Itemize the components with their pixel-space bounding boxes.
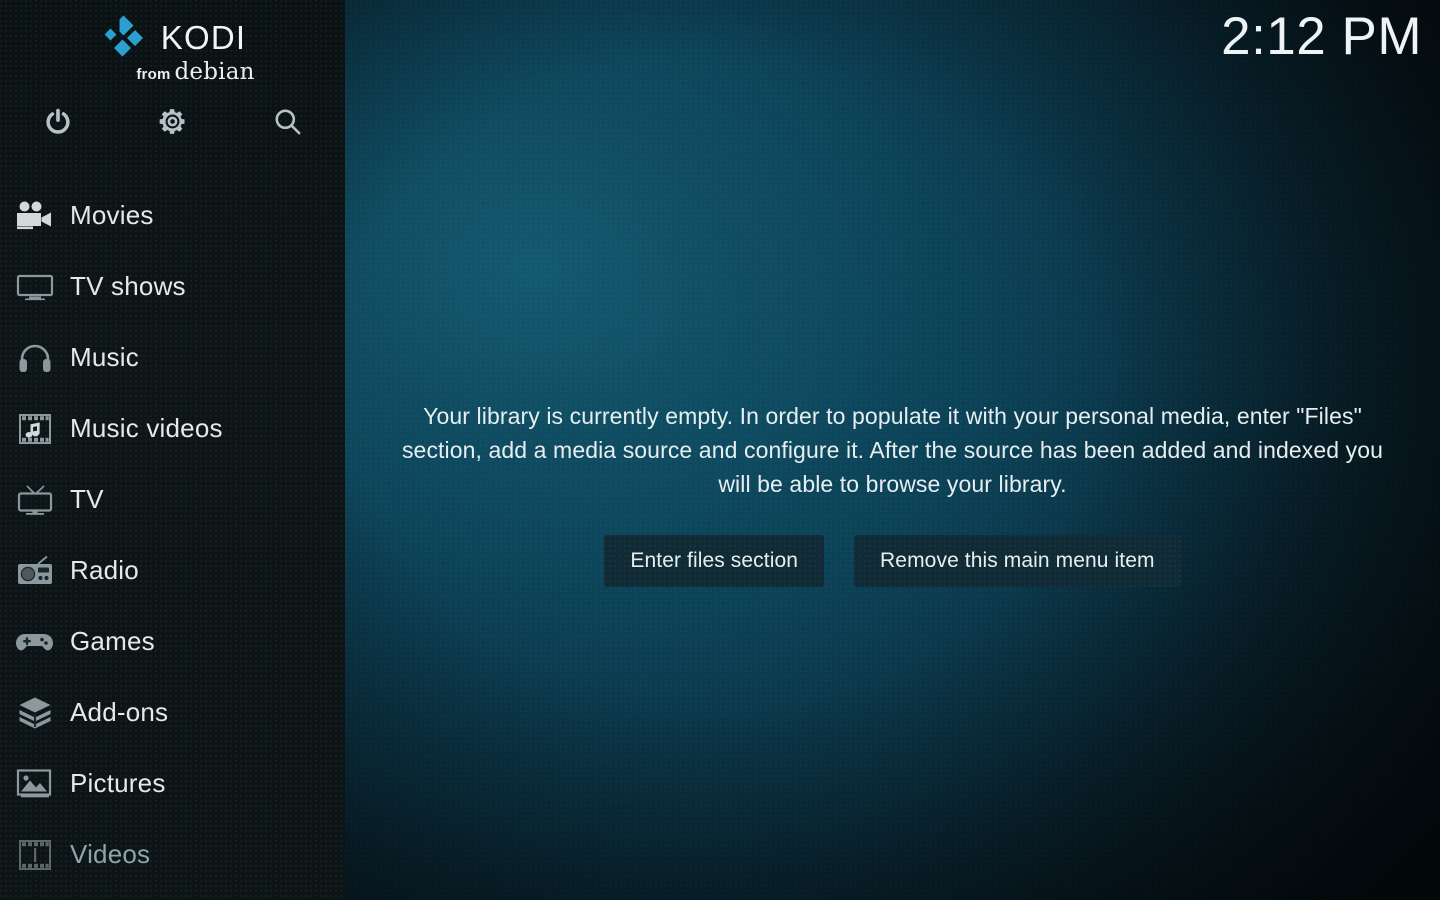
remove-menu-item-button[interactable]: Remove this main menu item xyxy=(854,535,1181,587)
kodi-wordmark: KODI xyxy=(160,18,247,56)
gamepad-icon xyxy=(15,633,53,650)
clock: 2:12 PM xyxy=(1221,7,1422,66)
sidebar-item-label: Add-ons xyxy=(70,697,169,727)
picture-icon xyxy=(16,768,52,797)
logo-from-label: from xyxy=(136,66,171,83)
remove-menu-item-label: Remove this main menu item xyxy=(880,549,1155,572)
sidebar: KODI from debian Movies TV shows Music M… xyxy=(0,0,345,900)
sidebar-item-radio[interactable]: Radio xyxy=(0,535,345,606)
main-content: Your library is currently empty. In orde… xyxy=(345,0,1440,900)
film-music-icon xyxy=(19,413,51,444)
logo-distro-label: debian xyxy=(174,59,255,85)
sidebar-item-add-ons[interactable]: Add-ons xyxy=(0,677,345,748)
retro-tv-icon xyxy=(17,484,53,515)
kodi-home-screen: 2:12 PM Your library is currently empty.… xyxy=(0,0,1440,900)
sidebar-item-label: Music videos xyxy=(70,413,223,443)
sidebar-item-games[interactable]: Games xyxy=(0,606,345,677)
kodi-logo-block: KODI from debian xyxy=(0,14,345,92)
action-button-row: Enter files section Remove this main men… xyxy=(604,535,1181,587)
sidebar-item-tv-shows[interactable]: TV shows xyxy=(0,251,345,322)
search-icon xyxy=(275,108,301,134)
kodi-logo-subtitle: from debian xyxy=(0,59,345,85)
menu-icon-slot xyxy=(0,272,70,302)
menu-icon-slot xyxy=(0,484,70,516)
menu-icon-slot xyxy=(0,201,70,231)
sidebar-item-label: Music xyxy=(70,342,139,372)
sidebar-item-videos[interactable]: Videos xyxy=(0,819,345,890)
menu-icon-slot xyxy=(0,413,70,445)
sidebar-item-label: TV xyxy=(70,484,104,514)
menu-icon-slot xyxy=(0,696,70,730)
sidebar-item-label: Movies xyxy=(70,200,154,230)
settings-button[interactable] xyxy=(115,106,230,137)
sidebar-item-label: Videos xyxy=(70,839,151,869)
search-button[interactable] xyxy=(230,106,345,137)
enter-files-section-label: Enter files section xyxy=(630,549,799,572)
radio-icon xyxy=(18,555,52,584)
enter-files-section-button[interactable]: Enter files section xyxy=(604,535,825,587)
sidebar-item-label: Radio xyxy=(70,555,139,585)
menu-icon-slot xyxy=(0,839,70,871)
power-button[interactable] xyxy=(0,106,115,136)
kodi-logo-icon xyxy=(104,15,143,57)
tv-monitor-icon xyxy=(16,274,54,300)
menu-icon-slot xyxy=(0,555,70,587)
film-strip-icon xyxy=(19,839,51,870)
sidebar-item-music-videos[interactable]: Music videos xyxy=(0,393,345,464)
sidebar-item-tv[interactable]: TV xyxy=(0,464,345,535)
menu-icon-slot xyxy=(0,342,70,374)
menu-icon-slot xyxy=(0,768,70,800)
headphones-icon xyxy=(19,344,51,372)
sidebar-item-label: TV shows xyxy=(70,271,186,301)
menu-icon-slot xyxy=(0,628,70,656)
sidebar-item-label: Pictures xyxy=(70,768,166,798)
sidebar-item-label: Games xyxy=(70,626,155,656)
sidebar-toolbar xyxy=(0,98,345,144)
movie-camera-icon xyxy=(17,201,51,229)
open-box-icon xyxy=(19,697,51,728)
sidebar-item-pictures[interactable]: Pictures xyxy=(0,748,345,819)
sidebar-item-music[interactable]: Music xyxy=(0,322,345,393)
gear-icon xyxy=(159,108,185,134)
power-icon xyxy=(45,108,70,134)
empty-library-message: Your library is currently empty. In orde… xyxy=(401,403,1384,497)
main-menu: Movies TV shows Music Music videos TV Ra… xyxy=(0,180,345,890)
sidebar-item-movies[interactable]: Movies xyxy=(0,180,345,251)
